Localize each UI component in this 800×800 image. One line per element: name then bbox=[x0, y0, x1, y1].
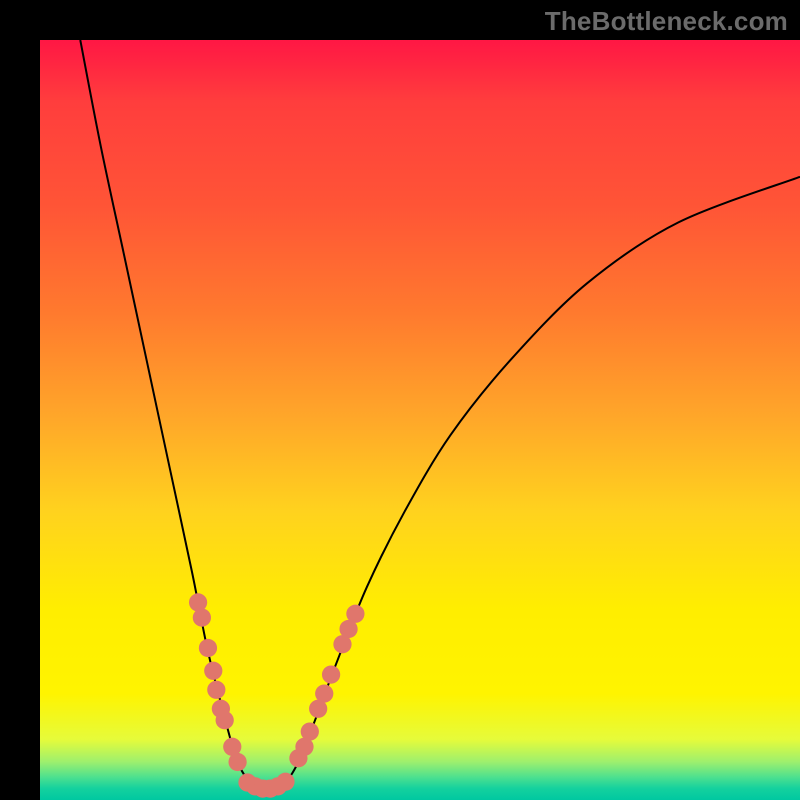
marker-dot bbox=[204, 662, 222, 680]
marker-dot bbox=[322, 665, 340, 683]
marker-dot bbox=[216, 711, 234, 729]
marker-dot bbox=[199, 639, 217, 657]
marker-dot bbox=[228, 753, 246, 771]
marker-dot bbox=[276, 773, 294, 791]
marker-dot bbox=[193, 608, 211, 626]
watermark-text: TheBottleneck.com bbox=[545, 6, 788, 37]
marker-dot bbox=[346, 605, 364, 623]
marker-group-bottom bbox=[238, 773, 294, 798]
marker-dot bbox=[315, 684, 333, 702]
marker-group-left bbox=[189, 593, 247, 771]
marker-dot bbox=[301, 722, 319, 740]
chart-background bbox=[40, 40, 800, 800]
bottleneck-curve bbox=[80, 40, 800, 789]
chart-svg bbox=[40, 40, 800, 800]
marker-group-right bbox=[289, 605, 364, 768]
marker-dot bbox=[189, 593, 207, 611]
marker-dot bbox=[207, 681, 225, 699]
